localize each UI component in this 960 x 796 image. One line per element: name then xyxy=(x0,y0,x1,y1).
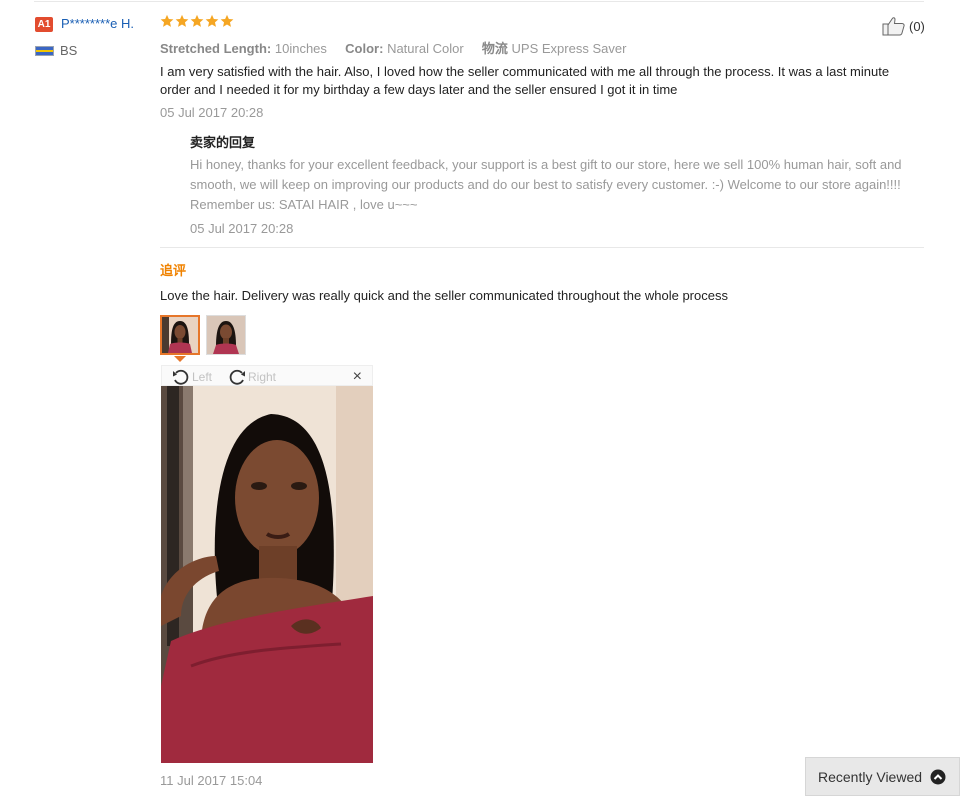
helpful-count: (0) xyxy=(909,18,925,34)
product-attributes: Stretched Length: 10inches Color: Natura… xyxy=(160,38,626,57)
additional-feedback-date: 11 Jul 2017 15:04 xyxy=(160,773,263,788)
rotate-right-icon xyxy=(229,369,245,385)
seller-reply-title: 卖家的回复 xyxy=(190,135,256,150)
review-photo-thumbnail-2[interactable] xyxy=(206,315,246,355)
buyer-level-badge: A1 xyxy=(35,17,53,32)
review-text: I am very satisfied with the hair. Also,… xyxy=(160,64,890,97)
rotate-left-button[interactable]: Left xyxy=(171,366,212,387)
top-divider xyxy=(34,1,924,2)
rating-stars xyxy=(160,14,234,28)
chevron-up-circle-icon xyxy=(930,769,946,784)
attr-key: Stretched Length: xyxy=(160,41,272,56)
buyer-country: BS xyxy=(60,43,78,58)
recently-viewed-button[interactable]: Recently Viewed xyxy=(805,757,960,796)
attr-value: Natural Color xyxy=(387,41,464,56)
star-icon xyxy=(190,14,204,27)
seller-reply-text: Hi honey, thanks for your excellent feed… xyxy=(190,157,902,212)
rotate-left-icon xyxy=(173,369,189,385)
attr-key: Color: xyxy=(345,41,384,56)
additional-feedback-label: 追评 xyxy=(160,263,187,278)
rotate-right-label: Right xyxy=(248,369,277,384)
attr-value: UPS Express Saver xyxy=(511,41,627,56)
rotate-right-button[interactable]: Right xyxy=(227,366,276,387)
recently-viewed-label: Recently Viewed xyxy=(818,768,923,785)
close-viewer-button[interactable]: × xyxy=(353,367,362,387)
country-flag-icon xyxy=(35,46,54,56)
star-icon xyxy=(205,14,219,27)
star-icon xyxy=(160,14,174,27)
attr-key: 物流 xyxy=(481,41,508,56)
photo-viewer-toolbar: Left Right × xyxy=(161,365,373,386)
thumbs-up-icon xyxy=(882,17,905,36)
review-photo-large xyxy=(161,386,373,763)
active-thumbnail-pointer xyxy=(174,356,186,362)
rotate-left-label: Left xyxy=(192,369,213,384)
divider xyxy=(160,247,924,248)
buyer-name-link[interactable]: P********e H. xyxy=(61,16,134,31)
star-icon xyxy=(220,14,234,27)
review-date: 05 Jul 2017 20:28 xyxy=(160,105,264,120)
star-icon xyxy=(175,14,189,27)
helpful-button[interactable]: (0) xyxy=(882,16,925,36)
review-photo-thumbnail-1[interactable] xyxy=(160,315,200,355)
attr-value: 10inches xyxy=(274,41,327,56)
additional-feedback-text: Love the hair. Delivery was really quick… xyxy=(160,288,728,303)
seller-reply-date: 05 Jul 2017 20:28 xyxy=(190,221,294,236)
